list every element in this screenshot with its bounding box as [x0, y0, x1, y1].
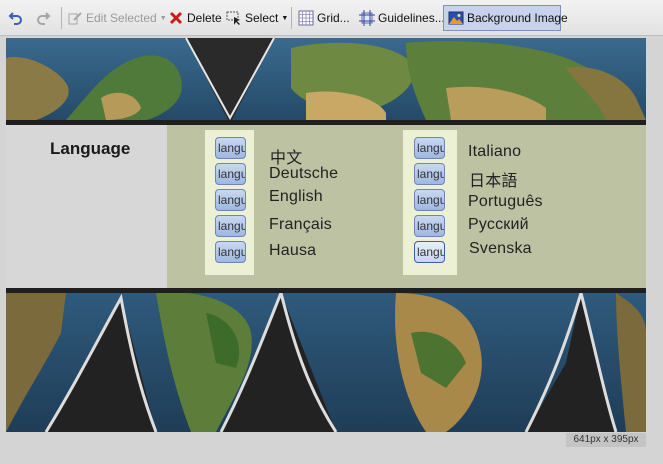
select-cursor-icon [226, 10, 242, 26]
guidelines-button[interactable]: Guidelines... [359, 5, 445, 31]
language-button-column-right: language language language language lang… [403, 130, 457, 275]
grid-button[interactable]: Grid... [298, 5, 350, 31]
redo-icon [35, 10, 51, 26]
background-image-button[interactable]: Background Image [443, 5, 568, 31]
language-options-cell: language language language language lang… [167, 125, 646, 288]
language-link-portuguese[interactable]: Português [468, 193, 543, 211]
grid-label: Grid... [317, 11, 350, 25]
language-link-russian[interactable]: Русский [468, 216, 529, 234]
language-button[interactable]: language [215, 137, 246, 159]
edit-icon [67, 10, 83, 26]
language-button[interactable]: language [414, 137, 445, 159]
language-button[interactable]: language [414, 189, 445, 211]
grid-icon [298, 10, 314, 26]
chevron-down-icon: ▼ [281, 14, 289, 22]
language-heading: Language [50, 139, 131, 158]
world-map-bottom [6, 293, 646, 432]
language-link-swedish[interactable]: Svenska [469, 240, 532, 258]
edit-selected-label: Edit Selected [86, 11, 157, 25]
language-button[interactable]: language [215, 163, 246, 185]
edit-selected-button[interactable]: Edit Selected ▼ [67, 5, 167, 31]
language-link-english[interactable]: English [269, 188, 323, 206]
select-dropdown-button[interactable]: Select ▼ [226, 5, 288, 31]
undo-icon [8, 10, 24, 26]
language-button[interactable]: language [414, 215, 445, 237]
delete-label: Delete [187, 11, 222, 25]
toolbar: Edit Selected ▼ Delete Select ▼ Grid... … [0, 0, 663, 36]
language-link-hausa[interactable]: Hausa [269, 242, 316, 260]
language-button[interactable]: language [215, 215, 246, 237]
language-link-german[interactable]: Deutsche [269, 165, 338, 183]
chevron-down-icon: ▼ [159, 14, 167, 22]
guidelines-icon [359, 10, 375, 26]
language-button[interactable]: language [215, 241, 246, 263]
image-icon [448, 10, 464, 26]
toolbar-separator [61, 7, 62, 29]
select-label: Select [245, 11, 279, 25]
language-label-cell: Language [6, 125, 167, 288]
background-image-label: Background Image [467, 11, 568, 25]
language-link-french[interactable]: Français [269, 216, 332, 234]
delete-button[interactable]: Delete [168, 5, 222, 31]
world-map-top [6, 38, 646, 120]
language-link-italian[interactable]: Italiano [468, 143, 521, 161]
language-row: Language language language language lang… [6, 125, 646, 288]
guidelines-label: Guidelines... [378, 11, 445, 25]
language-link-japanese[interactable]: 日本語 [469, 167, 518, 191]
language-button[interactable]: language [414, 163, 445, 185]
toolbar-separator [291, 7, 292, 29]
canvas-size-readout: 641px x 395px [566, 433, 646, 447]
language-button[interactable]: language [215, 189, 246, 211]
undo-button[interactable] [6, 5, 28, 31]
design-canvas[interactable]: Language language language language lang… [6, 38, 646, 432]
language-button[interactable]: language [414, 241, 445, 263]
language-button-column-left: language language language language lang… [205, 130, 254, 275]
delete-x-icon [168, 10, 184, 26]
redo-button[interactable] [33, 5, 55, 31]
